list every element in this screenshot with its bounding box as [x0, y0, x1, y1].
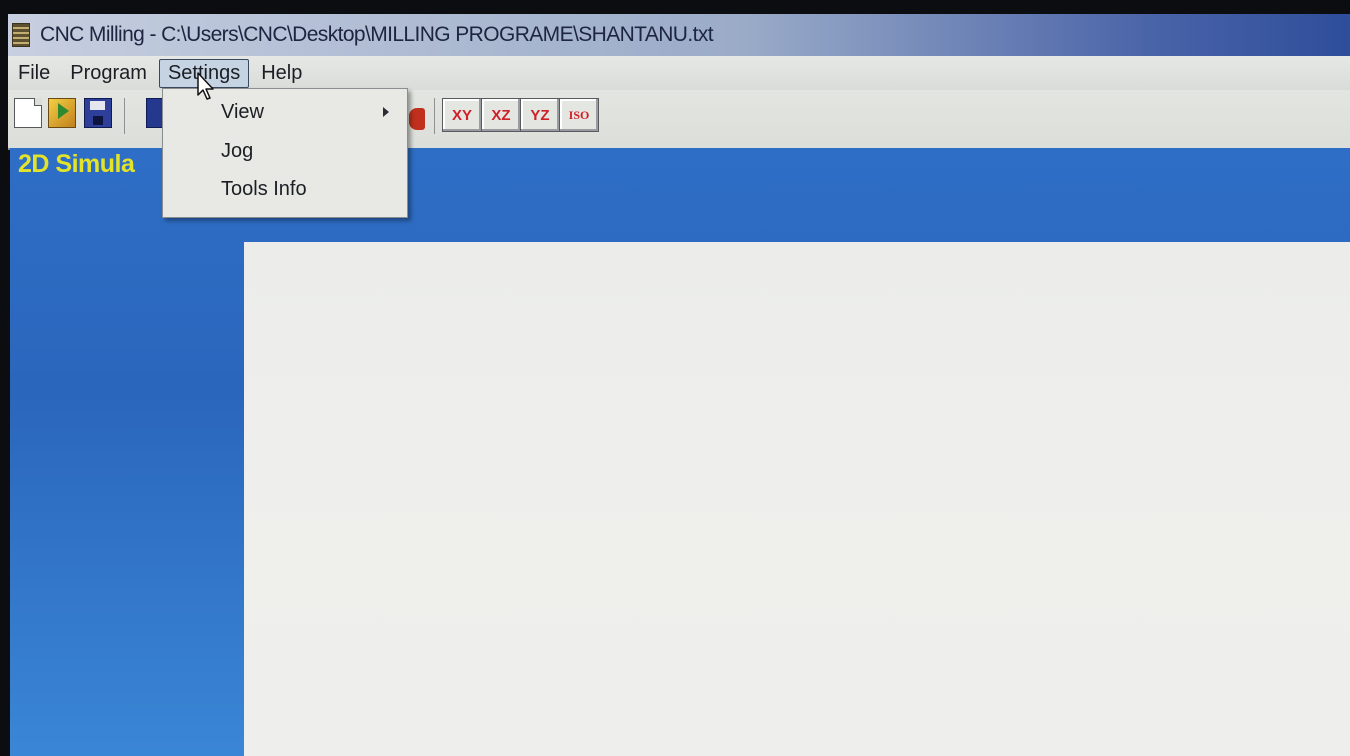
screen-bezel-top [0, 0, 1350, 14]
menu-help[interactable]: Help [253, 60, 310, 87]
title-bar: CNC Milling - C:\Users\CNC\Desktop\MILLI… [8, 14, 1350, 56]
menu-item-tools-info[interactable]: Tools Info [221, 178, 307, 201]
open-folder-icon[interactable] [48, 98, 76, 128]
toolbar-separator [124, 98, 125, 134]
mouse-pointer-icon [197, 72, 214, 100]
view-buttons: XY XZ YZ ISO [442, 98, 599, 132]
app-icon [12, 23, 30, 47]
save-disk-icon[interactable] [84, 98, 112, 128]
simulation-panel: 2D Simula [10, 148, 1350, 756]
panel-title: 2D Simula [18, 150, 135, 178]
stop-icon[interactable] [409, 108, 425, 130]
window-title: CNC Milling - C:\Users\CNC\Desktop\MILLI… [40, 23, 714, 46]
menu-program[interactable]: Program [62, 60, 155, 87]
view-yz-button[interactable]: YZ [520, 98, 560, 132]
settings-dropdown-menu: View Jog Tools Info [162, 88, 408, 218]
view-iso-button[interactable]: ISO [559, 98, 599, 132]
simulation-canvas[interactable] [244, 242, 1350, 756]
view-xz-button[interactable]: XZ [481, 98, 521, 132]
new-file-icon[interactable] [14, 98, 42, 128]
menu-item-view[interactable]: View [221, 101, 264, 124]
menu-item-jog[interactable]: Jog [221, 140, 253, 163]
toolbar-separator [434, 98, 435, 134]
submenu-arrow-icon [383, 107, 389, 117]
view-xy-button[interactable]: XY [442, 98, 482, 132]
menu-file[interactable]: File [10, 60, 58, 87]
